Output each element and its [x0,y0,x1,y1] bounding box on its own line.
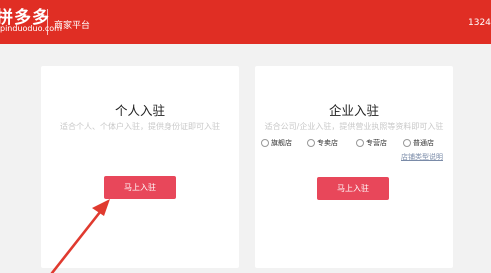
store-type-regular[interactable]: 普通店 [403,138,434,148]
store-type-specialty[interactable]: 专营店 [356,138,387,148]
top-header-bar: 拼多多 pinduoduo.com 商家平台 132422 [0,0,491,44]
radio-icon[interactable] [403,139,411,147]
store-type-label: 普通店 [413,139,434,147]
radio-icon[interactable] [261,139,269,147]
store-type-label: 专营店 [366,139,387,147]
business-signup-button[interactable]: 马上入驻 [317,177,389,200]
store-type-exclusive[interactable]: 专卖店 [307,138,338,148]
business-card-title: 企业入驻 [328,103,379,118]
store-type-label: 专卖店 [317,139,338,147]
personal-signup-card: 个人入驻 适合个人、个体户入驻，提供身份证即可入驻 马上入驻 [41,66,239,268]
store-type-flagship[interactable]: 旗舰店 [261,138,292,148]
radio-icon[interactable] [356,139,364,147]
store-type-help-link[interactable]: 店铺类型说明 [401,152,443,162]
store-type-options: 旗舰店 专卖店 专营店 普通店 [255,138,453,150]
account-id[interactable]: 132422 [468,18,491,28]
personal-signup-button[interactable]: 马上入驻 [104,176,176,199]
business-signup-card: 企业入驻 适合公司/企业入驻，提供营业执照等资料即可入驻 旗舰店 专卖店 专营店… [255,66,453,268]
personal-card-description: 适合个人、个体户入驻，提供身份证即可入驻 [60,122,220,131]
logo-domain: pinduoduo.com [0,24,62,33]
business-card-description: 适合公司/企业入驻，提供营业执照等资料即可入驻 [264,122,444,131]
store-type-label: 旗舰店 [271,139,292,147]
platform-name: 商家平台 [54,21,91,31]
personal-card-title: 个人入驻 [114,103,165,118]
radio-icon[interactable] [307,139,315,147]
header-divider [47,9,48,35]
